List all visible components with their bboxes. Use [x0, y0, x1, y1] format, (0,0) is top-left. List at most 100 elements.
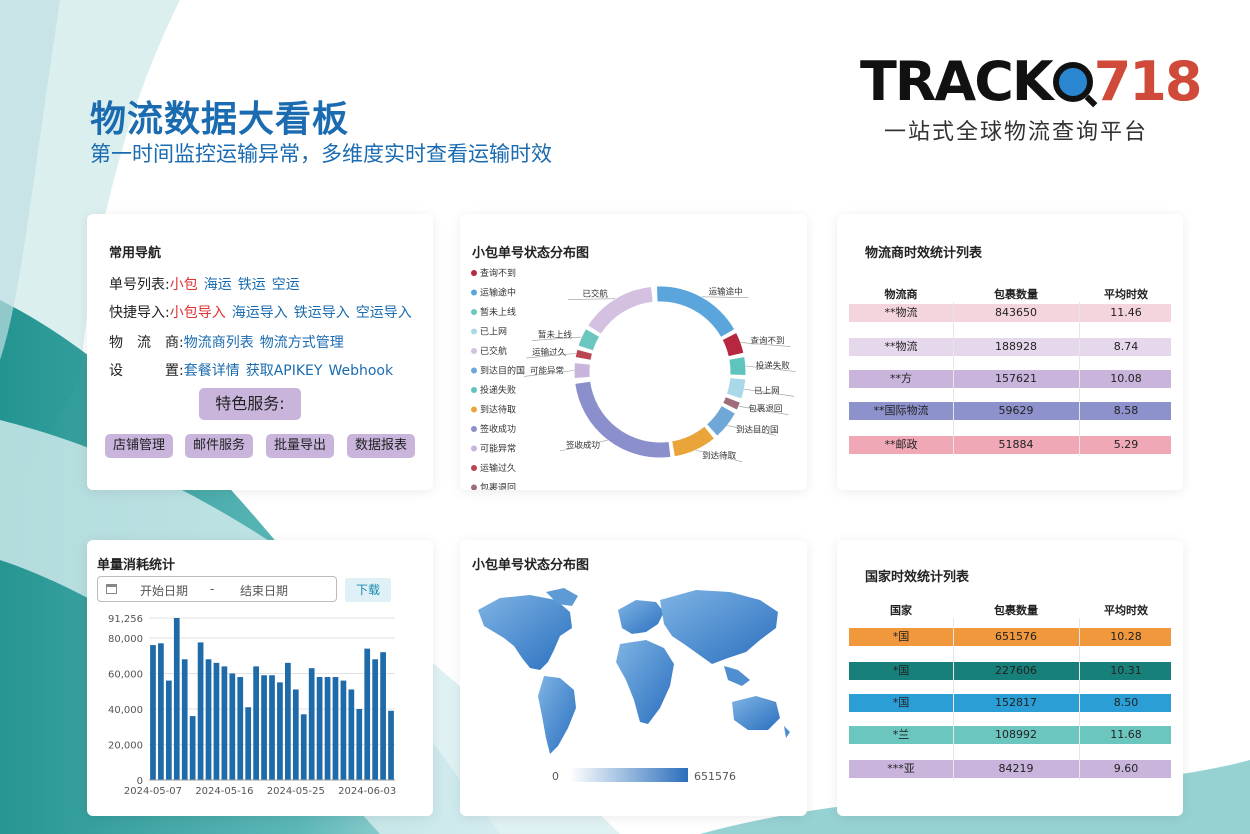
nav-row-label: 设 置:: [109, 363, 184, 379]
nav-link[interactable]: 获取APIKEY: [246, 363, 323, 379]
country-table-card: 国家时效统计列表 国家 包裹数量 平均时效 *国 651576 10.28 *国 227606…: [837, 540, 1183, 816]
nav-link[interactable]: 套餐详情: [184, 363, 240, 379]
status-chart-card: 小包单号状态分布图 查询不到 运输途中 暂未上线 已上网 已交航 到达目的国 投递失败 到达待…: [460, 214, 807, 490]
y-tick-label: 40,000: [108, 705, 143, 716]
slice-label: 到达目的国: [736, 424, 779, 435]
column-divider: [1079, 302, 1080, 456]
nav-link[interactable]: 海运: [204, 277, 232, 293]
legend-dot: [471, 309, 477, 315]
legend-label: 到达待取: [480, 404, 516, 416]
bar: [165, 680, 172, 780]
table-row[interactable]: *国 152817 8.50: [849, 694, 1171, 712]
special-services-button[interactable]: 特色服务:: [199, 388, 301, 420]
legend-label: 暂未上线: [480, 306, 516, 318]
nav-link[interactable]: 铁运导入: [294, 305, 350, 321]
brand-logo: TRACK 718 一站式全球物流查询平台: [860, 52, 1202, 146]
usage-bar-chart: 020,00040,00060,00080,00091,2562024-05-0…: [108, 614, 396, 797]
bar: [237, 677, 244, 780]
legend-label: 已交航: [480, 345, 507, 357]
bar: [253, 666, 259, 780]
table-row[interactable]: **物流 188928 8.74: [849, 338, 1171, 356]
bar: [205, 659, 212, 780]
table-cell: 227606: [995, 664, 1037, 677]
legend-dot: [471, 270, 477, 276]
bar: [372, 659, 379, 780]
slice-label: 投递失败: [756, 361, 791, 372]
legend-dot: [471, 387, 477, 393]
bar: [229, 673, 236, 780]
legend-label: 签收成功: [480, 423, 516, 435]
slice-label: 已交航: [582, 289, 608, 300]
legend-dot: [471, 426, 477, 432]
service-report-button[interactable]: 数据报表: [347, 434, 416, 458]
nav-link[interactable]: 空运导入: [356, 305, 412, 321]
donut-slice: [575, 381, 671, 458]
donut-slice: [722, 333, 744, 357]
legend-label: 投递失败: [480, 384, 516, 396]
table-cell: 843650: [995, 306, 1037, 319]
globe-search-icon: [1052, 62, 1093, 102]
service-export-button[interactable]: 批量导出: [266, 434, 335, 458]
country-table: 国家 包裹数量 平均时效 *国 651576 10.28 *国 227606 10.31 *国 15…: [849, 602, 1171, 782]
nav-link[interactable]: Webhook: [328, 363, 393, 379]
map-legend-min: 0: [552, 770, 559, 783]
donut-slice: [578, 329, 600, 351]
table-row[interactable]: ***亚 84219 9.60: [849, 760, 1171, 778]
table-row[interactable]: *兰 108992 11.68: [849, 726, 1171, 744]
nav-link[interactable]: 小包导入: [170, 305, 226, 321]
bar: [340, 680, 347, 780]
donut-slice: [723, 397, 740, 410]
donut-slice: [575, 349, 592, 360]
table-cell: 8.74: [1113, 340, 1139, 353]
bar: [308, 668, 315, 780]
nav-row: 设 置:套餐详情 获取APIKEY Webhook: [109, 360, 393, 380]
logo-wordmark: TRACK 718: [860, 50, 1202, 113]
carrier-table: 物流商 包裹数量 平均时效 **物流 843650 11.46 **物流 188928 8.74…: [849, 282, 1171, 462]
bar: [380, 652, 386, 780]
bar: [364, 648, 371, 780]
nav-link[interactable]: 海运导入: [232, 305, 288, 321]
y-tick-label: 20,000: [108, 740, 143, 751]
bar: [324, 677, 331, 780]
nav-link[interactable]: 空运: [272, 277, 300, 293]
carrier-table-card: 物流商时效统计列表 物流商 包裹数量 平均时效 **物流 843650 11.46 **物流…: [837, 214, 1183, 490]
legend-dot: [471, 445, 477, 452]
bar: [189, 716, 196, 780]
nav-link[interactable]: 铁运: [238, 277, 266, 293]
legend-dot: [471, 367, 477, 374]
nav-link[interactable]: 物流商列表: [184, 335, 254, 351]
table-row[interactable]: **国际物流 59629 8.58: [849, 402, 1171, 420]
bar: [332, 677, 339, 780]
table-row[interactable]: *国 651576 10.28: [849, 628, 1171, 646]
table-cell: 11.68: [1110, 728, 1142, 741]
y-tick-label: 60,000: [108, 669, 143, 680]
table-row[interactable]: **方 157621 10.08: [849, 370, 1171, 388]
service-shop-button[interactable]: 店铺管理: [105, 434, 174, 458]
legend-dot: [471, 484, 477, 490]
service-email-button[interactable]: 邮件服务: [185, 434, 254, 458]
legend-label: 包裹退回: [480, 482, 516, 491]
map-europe: [618, 600, 664, 634]
bar: [181, 659, 188, 780]
legend-label: 运输途中: [480, 287, 516, 299]
bar: [285, 662, 291, 780]
table-cell: 84219: [998, 762, 1034, 775]
table-row[interactable]: **邮政 51884 5.29: [849, 436, 1171, 454]
column-header: 物流商: [884, 288, 918, 301]
table-row[interactable]: **物流 843650 11.46: [849, 304, 1171, 322]
column-header: 包裹数量: [994, 288, 1038, 301]
nav-link[interactable]: 小包: [170, 277, 198, 293]
legend-dot: [471, 406, 477, 413]
logo-slogan: 一站式全球物流查询平台: [884, 120, 1149, 145]
table-row[interactable]: *国 227606 10.31: [849, 662, 1171, 680]
nav-link[interactable]: 物流方式管理: [260, 335, 344, 351]
bar: [356, 708, 363, 780]
bar: [316, 677, 323, 780]
column-header: 平均时效: [1104, 288, 1148, 301]
slice-label: 运输途中: [709, 287, 743, 298]
map-north-america: [478, 595, 572, 670]
map-card: 小包单号状态分布图 0 651576: [460, 540, 807, 816]
table-cell: 5.29: [1113, 438, 1139, 451]
nav-row: 物 流 商:物流商列表 物流方式管理: [109, 332, 344, 352]
map-south-america: [538, 676, 576, 754]
